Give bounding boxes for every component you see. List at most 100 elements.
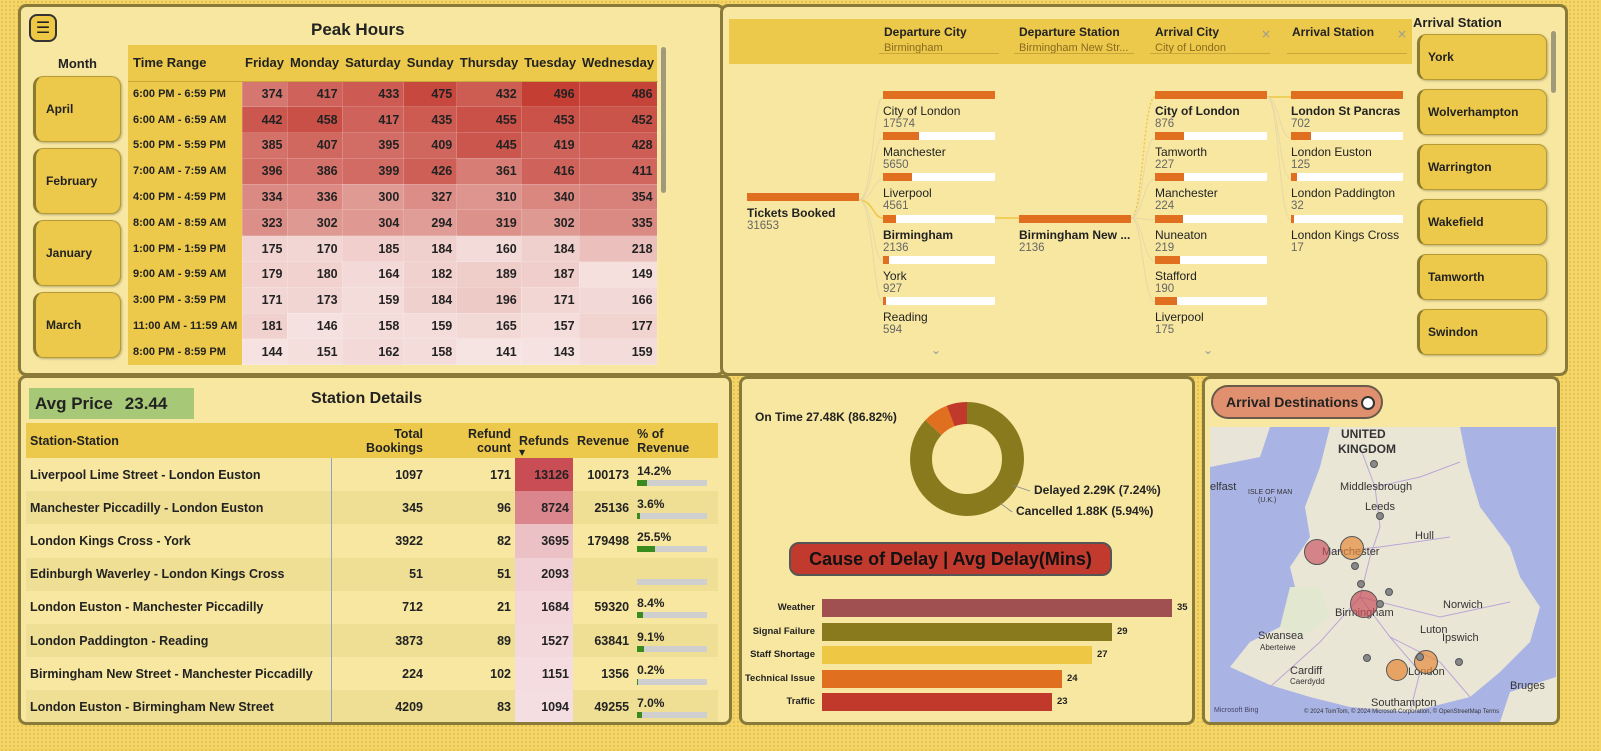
matrix-cell[interactable]: 175 bbox=[241, 235, 288, 263]
table-row[interactable]: London Kings Cross - York 3922 82 3695 17949… bbox=[26, 524, 718, 558]
month-button-february[interactable]: February bbox=[33, 148, 121, 214]
map-bubble[interactable] bbox=[1363, 654, 1371, 662]
matrix-cell[interactable]: 432 bbox=[456, 80, 522, 108]
map-bubble[interactable] bbox=[1376, 512, 1384, 520]
matrix-cell[interactable]: 173 bbox=[286, 286, 343, 314]
row-header-time-range[interactable]: 9:00 AM - 9:59 AM bbox=[128, 261, 242, 288]
tree-node[interactable]: London Euston 125 bbox=[1291, 132, 1411, 171]
matrix-cell[interactable]: 426 bbox=[403, 157, 458, 185]
arrival-station-button[interactable]: Wakefield bbox=[1417, 199, 1547, 245]
matrix-cell[interactable]: 180 bbox=[286, 261, 343, 288]
delay-bar[interactable] bbox=[822, 669, 1062, 688]
matrix-cell[interactable]: 310 bbox=[456, 183, 522, 211]
matrix-cell[interactable]: 158 bbox=[403, 338, 458, 366]
matrix-cell[interactable]: 458 bbox=[286, 106, 343, 134]
tree-node[interactable]: Birmingham New ... 2136 bbox=[1019, 215, 1139, 254]
table-row[interactable]: London Euston - Manchester Piccadilly 712… bbox=[26, 590, 718, 624]
matrix-cell[interactable]: 302 bbox=[520, 209, 580, 237]
matrix-cell[interactable]: 396 bbox=[241, 157, 288, 185]
matrix-cell[interactable]: 164 bbox=[341, 261, 405, 288]
matrix-cell[interactable]: 218 bbox=[578, 235, 658, 263]
arrival-station-scrollbar[interactable] bbox=[1551, 31, 1556, 93]
map-bubble[interactable] bbox=[1376, 600, 1384, 608]
arrival-station-button[interactable]: Warrington bbox=[1417, 144, 1547, 190]
column-header-day[interactable]: Friday bbox=[242, 45, 288, 82]
matrix-cell[interactable]: 182 bbox=[403, 261, 458, 288]
matrix-cell[interactable]: 294 bbox=[403, 209, 458, 237]
delay-bar[interactable] bbox=[822, 693, 1052, 711]
matrix-cell[interactable]: 159 bbox=[578, 338, 658, 366]
arrival-station-button[interactable]: York bbox=[1417, 34, 1547, 80]
table-row[interactable]: Manchester Piccadilly - London Euston 345… bbox=[26, 491, 718, 525]
arrival-station-button[interactable]: Swindon bbox=[1417, 309, 1547, 355]
month-button-march[interactable]: March bbox=[33, 292, 121, 358]
column-header-time-range[interactable]: Time Range bbox=[128, 45, 242, 82]
row-header-time-range[interactable]: 8:00 PM - 8:59 PM bbox=[128, 338, 242, 365]
tree-node[interactable]: Manchester 5650 bbox=[883, 132, 1003, 171]
matrix-cell[interactable]: 455 bbox=[456, 106, 522, 134]
map-bubble[interactable] bbox=[1455, 658, 1463, 666]
tree-node[interactable]: Liverpool 4561 bbox=[883, 173, 1003, 212]
arrival-station-button[interactable]: Wolverhampton bbox=[1417, 89, 1547, 135]
delay-bar[interactable] bbox=[822, 622, 1112, 641]
uk-map[interactable]: UNITED KINGDOM Middlesbrough Leeds Hull … bbox=[1210, 427, 1556, 722]
matrix-cell[interactable]: 417 bbox=[286, 80, 343, 108]
matrix-cell[interactable]: 302 bbox=[286, 209, 343, 237]
map-bubble[interactable] bbox=[1351, 562, 1359, 570]
matrix-cell[interactable]: 184 bbox=[403, 286, 458, 314]
matrix-cell[interactable]: 442 bbox=[241, 106, 288, 134]
column-header[interactable]: Refund count bbox=[427, 423, 515, 458]
column-header-day[interactable]: Thursday bbox=[456, 45, 522, 82]
tree-node[interactable]: Reading 594 bbox=[883, 297, 1003, 336]
month-button-january[interactable]: January bbox=[33, 220, 121, 286]
arrival-station-button[interactable]: Tamworth bbox=[1417, 254, 1547, 300]
matrix-cell[interactable]: 159 bbox=[341, 286, 405, 314]
matrix-cell[interactable]: 452 bbox=[578, 106, 658, 134]
matrix-cell[interactable]: 162 bbox=[341, 338, 405, 366]
tree-node[interactable]: Tamworth 227 bbox=[1155, 132, 1275, 171]
matrix-cell[interactable]: 146 bbox=[286, 312, 343, 340]
tree-node[interactable]: Birmingham 2136 bbox=[883, 215, 1003, 254]
matrix-cell[interactable]: 354 bbox=[578, 183, 658, 211]
row-header-time-range[interactable]: 3:00 PM - 3:59 PM bbox=[128, 287, 242, 314]
matrix-cell[interactable]: 428 bbox=[578, 132, 658, 159]
matrix-cell[interactable]: 189 bbox=[456, 261, 522, 288]
matrix-cell[interactable]: 336 bbox=[286, 183, 343, 211]
tree-node[interactable]: City of London 876 bbox=[1155, 91, 1275, 130]
matrix-cell[interactable]: 411 bbox=[578, 157, 658, 185]
matrix-cell[interactable]: 304 bbox=[341, 209, 405, 237]
map-bubble[interactable] bbox=[1357, 580, 1365, 588]
tree-node[interactable]: Manchester 224 bbox=[1155, 173, 1275, 212]
column-header[interactable]: Revenue bbox=[573, 423, 634, 458]
matrix-cell[interactable]: 445 bbox=[456, 132, 522, 159]
peak-scrollbar[interactable] bbox=[661, 47, 666, 193]
column-header-day[interactable]: Tuesday bbox=[521, 45, 580, 82]
row-header-time-range[interactable]: 4:00 PM - 4:59 PM bbox=[128, 184, 242, 210]
month-button-april[interactable]: April bbox=[33, 76, 121, 142]
tree-node[interactable]: London Kings Cross 17 bbox=[1291, 215, 1411, 254]
map-bubble[interactable] bbox=[1340, 536, 1364, 560]
matrix-cell[interactable]: 416 bbox=[520, 157, 580, 185]
matrix-cell[interactable]: 386 bbox=[286, 157, 343, 185]
matrix-cell[interactable]: 157 bbox=[520, 312, 580, 340]
table-row[interactable]: London Paddington - Reading 3873 89 1527 638… bbox=[26, 623, 718, 658]
station-scrollbar[interactable] bbox=[730, 424, 732, 460]
chevron-down-icon[interactable]: ⌄ bbox=[931, 343, 941, 357]
matrix-cell[interactable]: 143 bbox=[520, 338, 580, 366]
matrix-cell[interactable]: 409 bbox=[403, 132, 458, 159]
matrix-cell[interactable]: 179 bbox=[241, 261, 288, 288]
row-header-time-range[interactable]: 1:00 PM - 1:59 PM bbox=[128, 235, 242, 262]
row-header-time-range[interactable]: 7:00 AM - 7:59 AM bbox=[128, 158, 242, 185]
table-row[interactable]: Liverpool Lime Street - London Euston 109… bbox=[26, 458, 718, 492]
map-bubble[interactable] bbox=[1416, 653, 1424, 661]
tree-node[interactable]: Liverpool 175 bbox=[1155, 297, 1275, 336]
row-header-time-range[interactable]: 11:00 AM - 11:59 AM bbox=[128, 313, 242, 339]
column-header-day[interactable]: Monday bbox=[287, 45, 343, 82]
matrix-cell[interactable]: 144 bbox=[241, 338, 288, 366]
matrix-cell[interactable]: 340 bbox=[520, 183, 580, 211]
matrix-cell[interactable]: 181 bbox=[241, 312, 288, 340]
column-header-sorted[interactable]: Refunds ▼ bbox=[515, 423, 573, 458]
map-bubble[interactable] bbox=[1386, 659, 1408, 681]
matrix-cell[interactable]: 165 bbox=[456, 312, 522, 340]
tree-node[interactable]: York 927 bbox=[883, 256, 1003, 295]
